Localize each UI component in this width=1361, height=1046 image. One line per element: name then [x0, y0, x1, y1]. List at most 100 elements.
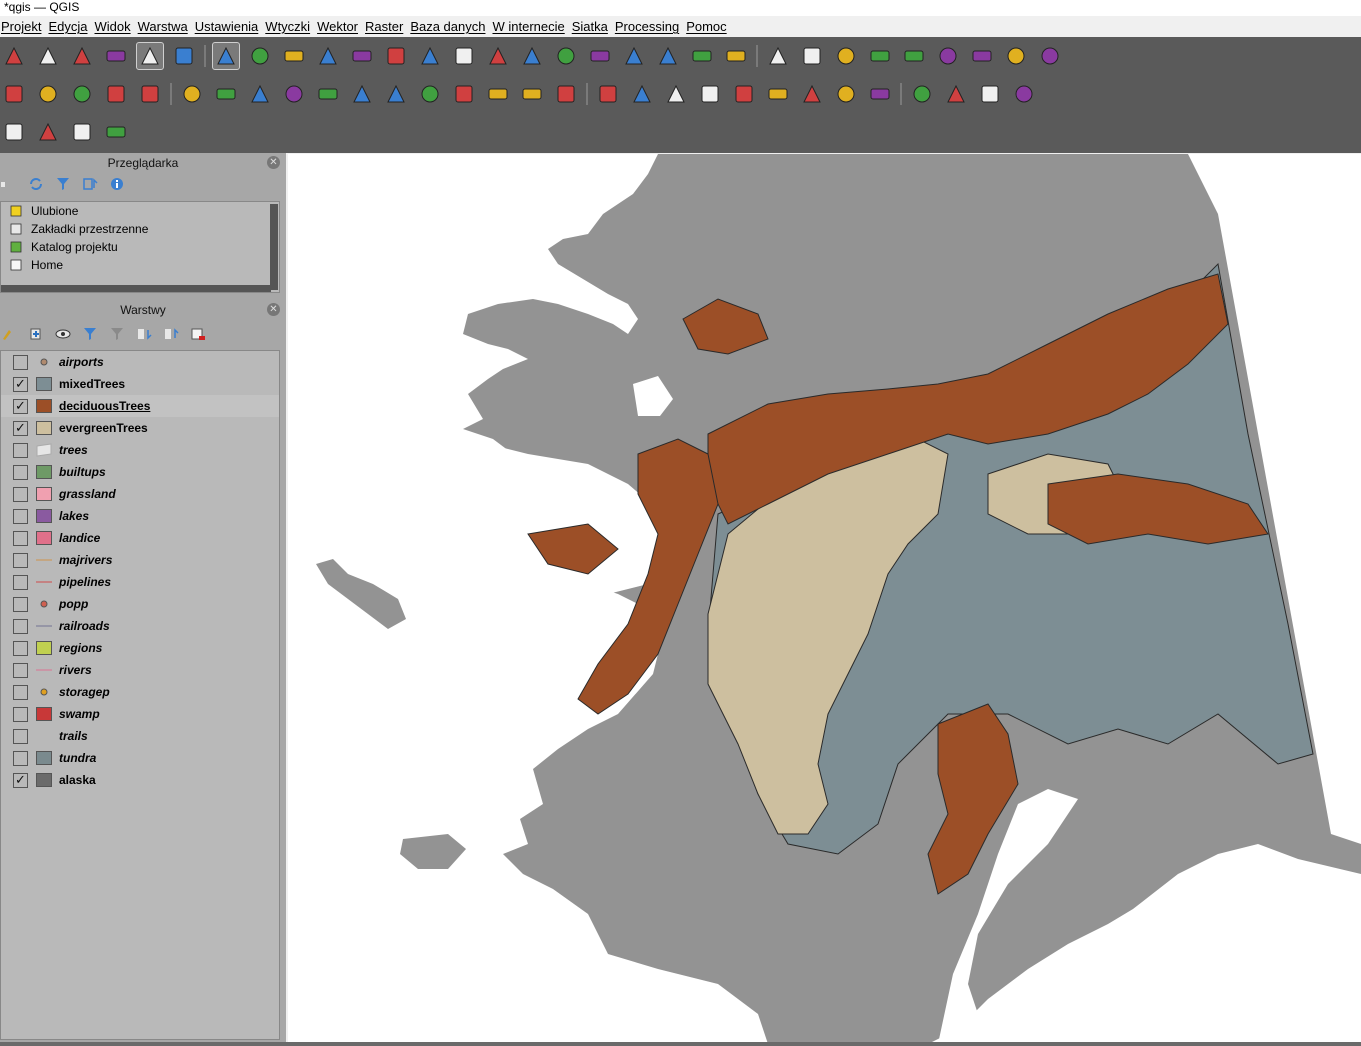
statistics-icon[interactable]	[866, 42, 894, 70]
layer-visibility-checkbox[interactable]: ✓	[13, 398, 28, 414]
layer-row[interactable]: ✓ alaska	[1, 769, 279, 791]
attribute-table-icon[interactable]	[798, 42, 826, 70]
digitize-line-icon[interactable]	[314, 80, 342, 108]
diagram-icon[interactable]	[628, 80, 656, 108]
identify-icon[interactable]	[764, 42, 792, 70]
deselect-icon[interactable]	[68, 118, 96, 146]
browser-item-zakładki-przestrzenne[interactable]: Zakładki przestrzenne	[1, 220, 279, 238]
select-feature-icon[interactable]	[0, 118, 28, 146]
layer-row[interactable]: lakes	[1, 505, 279, 527]
new-map-view-icon[interactable]	[552, 42, 580, 70]
map-canvas[interactable]	[288, 154, 1361, 1044]
zoom-full-icon[interactable]	[348, 42, 376, 70]
layer-visibility-checkbox[interactable]	[13, 552, 28, 568]
settings-icon[interactable]	[832, 42, 860, 70]
menu-siatka[interactable]: Siatka	[572, 19, 614, 34]
layer-visibility-checkbox[interactable]	[13, 684, 28, 700]
layer-visibility-checkbox[interactable]	[13, 354, 28, 370]
menu-warstwa[interactable]: Warstwa	[138, 19, 194, 34]
expand-all-icon[interactable]	[135, 325, 153, 343]
filter-expression-icon[interactable]	[108, 325, 126, 343]
new-project-icon[interactable]	[0, 42, 28, 70]
layer-row[interactable]: trees	[1, 439, 279, 461]
zoom-next-icon[interactable]	[518, 42, 546, 70]
style-panel-icon[interactable]	[0, 325, 18, 343]
project-properties-icon[interactable]	[136, 42, 164, 70]
menu-pomoc[interactable]: Pomoc	[686, 19, 732, 34]
rollback-icon[interactable]	[280, 80, 308, 108]
edit-pencil-icon[interactable]	[212, 80, 240, 108]
label-rotate-icon[interactable]	[764, 80, 792, 108]
browser-item-katalog-projektu[interactable]: Katalog projektu	[1, 238, 279, 256]
zoom-last-icon[interactable]	[484, 42, 512, 70]
add-feature-icon[interactable]	[178, 80, 206, 108]
pencil-icon[interactable]	[102, 80, 130, 108]
layer-row[interactable]: regions	[1, 637, 279, 659]
python-icon[interactable]	[942, 80, 970, 108]
alaska-map[interactable]	[288, 154, 1361, 1044]
select-attribute-icon[interactable]	[34, 118, 62, 146]
show-bookmarks-icon[interactable]	[654, 42, 682, 70]
new-layer-icon[interactable]	[136, 80, 164, 108]
layer-row[interactable]: builtups	[1, 461, 279, 483]
layer-row[interactable]: airports	[1, 351, 279, 373]
layer-visibility-checkbox[interactable]	[13, 596, 28, 612]
browser-tree[interactable]: Ulubione Zakładki przestrzenne Katalog pro…	[0, 201, 280, 293]
layers-tree[interactable]: airports ✓ mixedTrees ✓ deciduousTrees ✓ everg…	[0, 350, 280, 1040]
layer-row[interactable]: railroads	[1, 615, 279, 637]
remove-layer-icon[interactable]	[189, 325, 207, 343]
layer-row[interactable]: tundra	[1, 747, 279, 769]
label-move-icon[interactable]	[730, 80, 758, 108]
layer-visibility-checkbox[interactable]	[13, 574, 28, 590]
layer-row[interactable]: landice	[1, 527, 279, 549]
paste-icon[interactable]	[484, 80, 512, 108]
layer-visibility-checkbox[interactable]: ✓	[13, 376, 28, 392]
menu-processing[interactable]: Processing	[615, 19, 685, 34]
digitize-icon[interactable]	[0, 80, 28, 108]
browser-item-home[interactable]: Home	[1, 256, 279, 274]
save-edits-icon[interactable]	[246, 80, 274, 108]
layer-visibility-checkbox[interactable]	[13, 618, 28, 634]
label-show-icon[interactable]	[696, 80, 724, 108]
new-3d-view-icon[interactable]	[586, 42, 614, 70]
collapse-all-icon[interactable]	[81, 175, 99, 193]
label-change-icon[interactable]	[798, 80, 826, 108]
text-annotation-icon[interactable]	[1036, 42, 1064, 70]
zoom-out-icon[interactable]	[314, 42, 342, 70]
annotation-icon[interactable]	[1002, 42, 1030, 70]
layer-visibility-checkbox[interactable]	[13, 464, 28, 480]
menu-wtyczki[interactable]: Wtyczki	[265, 19, 316, 34]
layer-visibility-checkbox[interactable]	[13, 508, 28, 524]
collapse-all-icon[interactable]	[162, 325, 180, 343]
visibility-icon[interactable]	[54, 325, 72, 343]
menu-baza-danych[interactable]: Baza danych	[410, 19, 491, 34]
zoom-selection-icon[interactable]	[416, 42, 444, 70]
measure-icon[interactable]	[934, 42, 962, 70]
refresh-icon[interactable]	[722, 42, 750, 70]
redo-icon[interactable]	[552, 80, 580, 108]
layer-row[interactable]: ✓ deciduousTrees	[1, 395, 279, 417]
filter-icon[interactable]	[81, 325, 99, 343]
layer-row[interactable]: swamp	[1, 703, 279, 725]
style-manager-icon[interactable]	[170, 42, 198, 70]
select-location-icon[interactable]	[102, 118, 130, 146]
undo-icon[interactable]	[518, 80, 546, 108]
temporal-icon[interactable]	[688, 42, 716, 70]
browser-vertical-scrollbar[interactable]	[270, 204, 278, 290]
modify-attributes-icon[interactable]	[348, 80, 376, 108]
layer-row[interactable]: ✓ evergreenTrees	[1, 417, 279, 439]
zoom-native-icon[interactable]	[450, 42, 478, 70]
browser-horizontal-scrollbar[interactable]	[1, 285, 271, 292]
open-project-icon[interactable]	[34, 42, 62, 70]
layer-visibility-checkbox[interactable]: ✓	[13, 772, 28, 788]
add-icon[interactable]	[0, 175, 18, 193]
layer-visibility-checkbox[interactable]: ✓	[13, 420, 28, 436]
menu-widok[interactable]: Widok	[95, 19, 137, 34]
label-props-icon[interactable]	[866, 80, 894, 108]
label-tool-icon[interactable]	[832, 80, 860, 108]
map-tips-icon[interactable]	[968, 42, 996, 70]
layer-visibility-checkbox[interactable]	[13, 442, 28, 458]
field-calc-icon[interactable]	[900, 42, 928, 70]
close-icon[interactable]: ✕	[267, 156, 280, 169]
close-icon[interactable]: ✕	[267, 303, 280, 316]
